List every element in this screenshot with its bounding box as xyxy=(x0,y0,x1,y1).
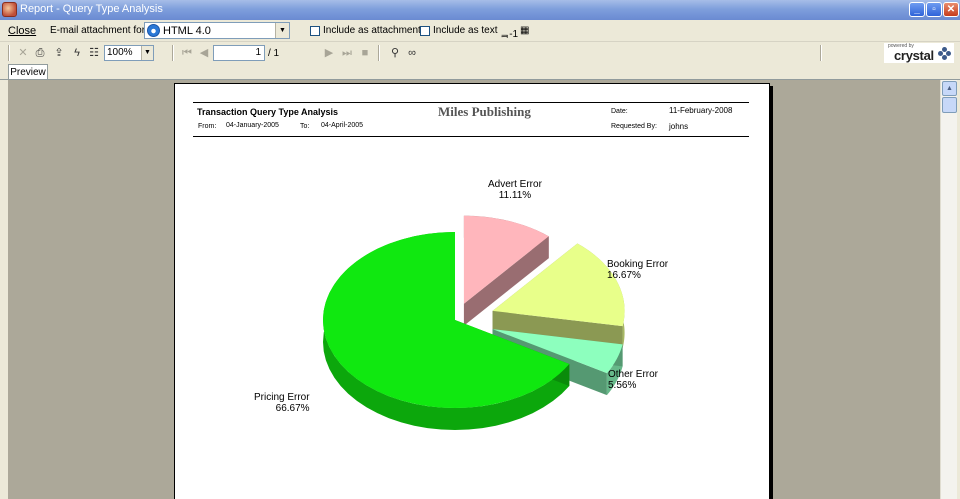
slice-name: Booking Error xyxy=(607,259,669,270)
slice-name: Other Error xyxy=(608,369,659,380)
slice-label-advert: Advert Error 11.11% xyxy=(488,179,542,201)
slice-name: Advert Error xyxy=(488,179,542,190)
slice-label-booking: Booking Error 16.67% xyxy=(607,259,668,281)
slice-label-pricing: Pricing Error 66.67% xyxy=(254,392,310,414)
slice-percent: 16.67% xyxy=(607,270,641,281)
slice-percent: 5.56% xyxy=(608,380,637,391)
slice-name: Pricing Error xyxy=(254,392,310,403)
slice-percent: 11.11% xyxy=(498,190,532,201)
pie-chart xyxy=(323,215,625,430)
slice-label-other: Other Error 5.56% xyxy=(608,369,658,391)
slice-percent: 66.67% xyxy=(275,403,310,414)
